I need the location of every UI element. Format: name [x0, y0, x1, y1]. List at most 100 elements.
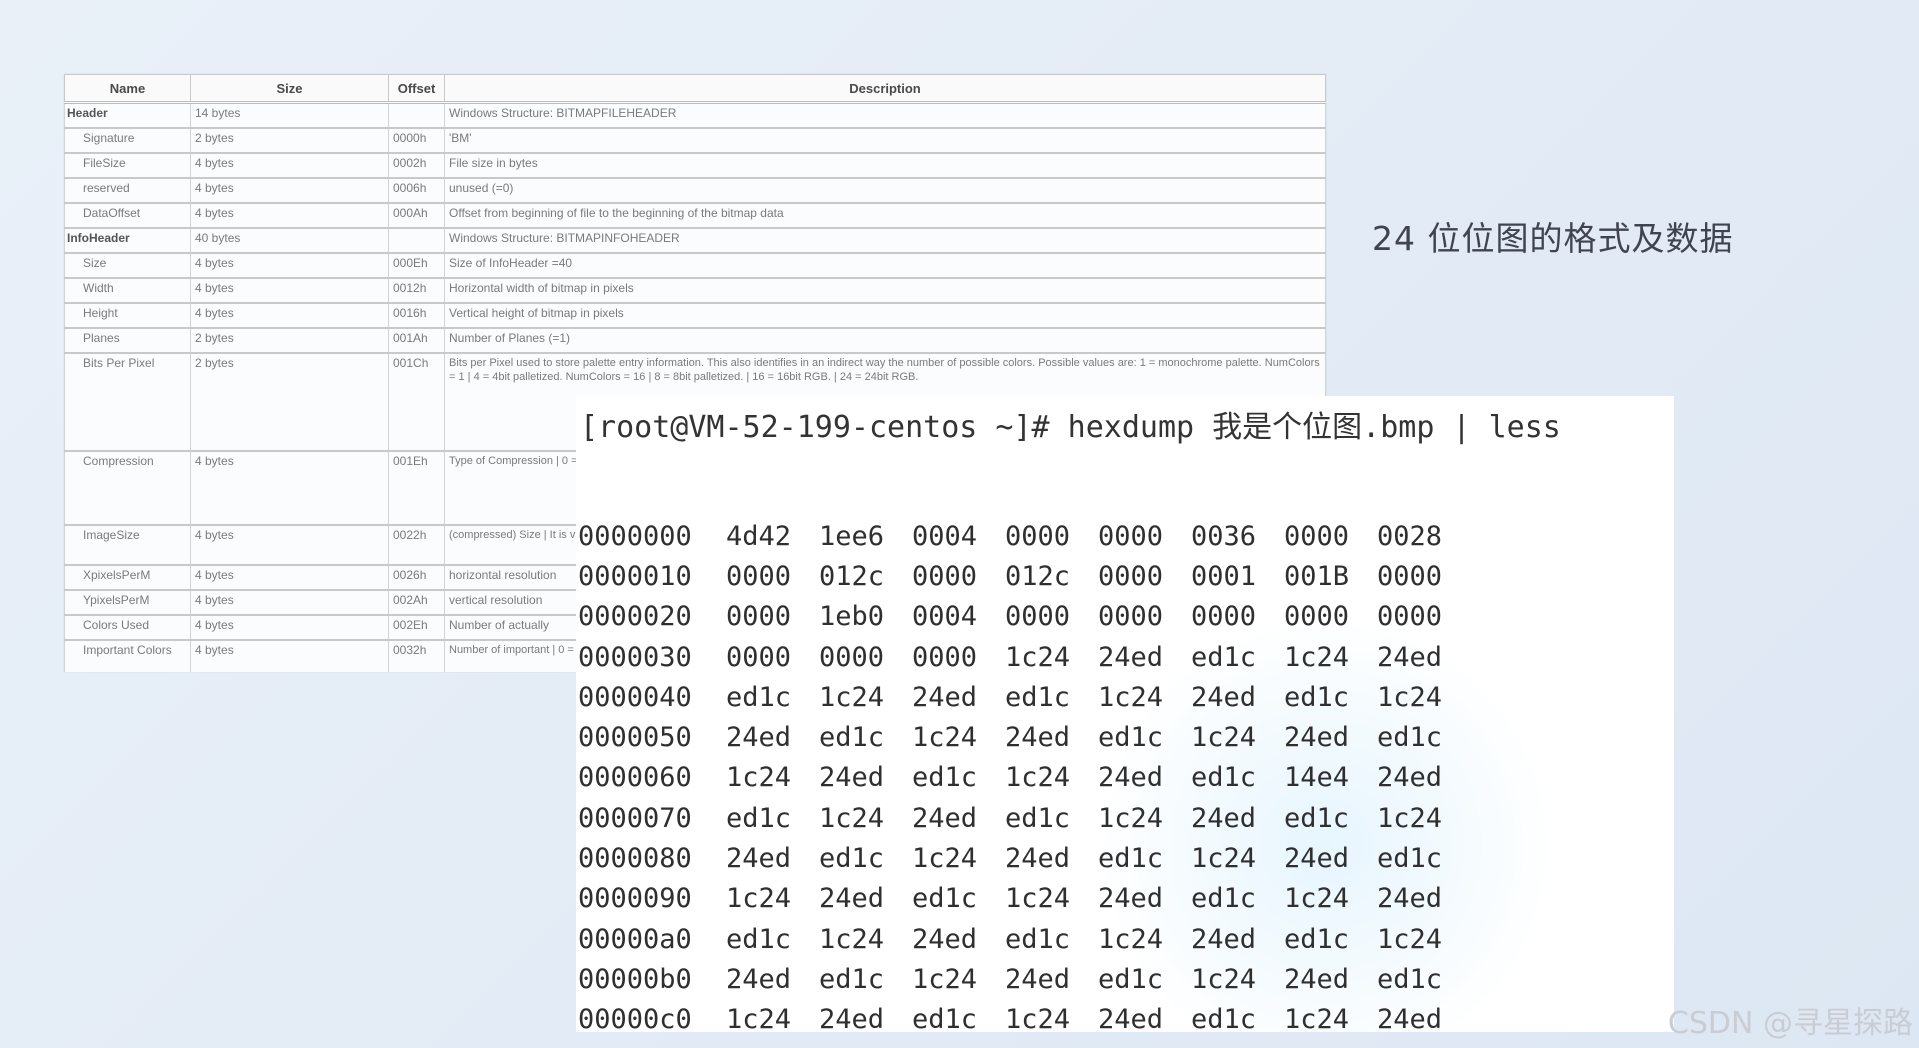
cell-offset: 001Ch — [388, 352, 445, 452]
cell-offset — [388, 102, 445, 129]
hexdump-word: 1c24 — [1005, 883, 1071, 915]
hexdump-offset: 0000060 — [578, 762, 692, 794]
hexdump-word: ed1c — [912, 1004, 978, 1032]
cell-size: 4 bytes — [190, 589, 389, 616]
cell-name: Important Colors — [64, 639, 191, 672]
cell-description: File size in bytes — [444, 152, 1326, 179]
hexdump-word: 1c24 — [912, 963, 978, 995]
hexdump-word: 1c24 — [1377, 681, 1443, 713]
table-row: Size 4 bytes 000Eh Size of InfoHeader =40 — [64, 252, 1326, 279]
hexdump-word: 14e4 — [1284, 762, 1350, 794]
cell-size: 4 bytes — [190, 252, 389, 279]
hexdump-word: 0000 — [1005, 601, 1071, 633]
hexdump-word: ed1c — [819, 722, 885, 754]
hexdump-offset: 0000070 — [578, 802, 692, 834]
hexdump-word: ed1c — [1005, 681, 1071, 713]
cell-description: Vertical height of bitmap in pixels — [444, 302, 1326, 329]
cell-size: 14 bytes — [190, 102, 389, 129]
terminal-command-line: [root@VM-52-199-centos ~]# hexdump 我是个位图… — [580, 410, 1561, 445]
hexdump-word: 0000 — [726, 641, 792, 673]
cell-size: 40 bytes — [190, 227, 389, 254]
hexdump-word: 1c24 — [1377, 802, 1443, 834]
hexdump-word: 1c24 — [819, 802, 885, 834]
hexdump-word: 1eb0 — [819, 601, 885, 633]
cell-size: 4 bytes — [190, 202, 389, 229]
col-header-name: Name — [64, 74, 191, 104]
hexdump-line: 0000060 1c24 24ed ed1c 1c24 24ed ed1c 14e4 24ed — [578, 758, 1470, 798]
hexdump-word: 24ed — [1191, 923, 1257, 955]
cell-offset: 0012h — [388, 277, 445, 304]
hexdump-word: 24ed — [1191, 681, 1257, 713]
hexdump-word: ed1c — [1377, 963, 1443, 995]
cell-description: unused (=0) — [444, 177, 1326, 204]
hexdump-word: 1c24 — [1098, 923, 1164, 955]
hexdump-line: 0000030 0000 0000 0000 1c24 24ed ed1c 1c24 24ed — [578, 637, 1470, 677]
hexdump-word: 1c24 — [1005, 762, 1071, 794]
hexdump-word: ed1c — [912, 762, 978, 794]
hexdump-word: 0000 — [1284, 601, 1350, 633]
table-header-row: Name Size Offset Description — [64, 74, 1326, 104]
hexdump-word: 0000 — [912, 641, 978, 673]
table-row: Width 4 bytes 0012h Horizontal width of bit… — [64, 277, 1326, 304]
cell-description: 'BM' — [444, 127, 1326, 154]
hexdump-word: 1ee6 — [819, 520, 885, 552]
cell-offset: 0032h — [388, 639, 445, 672]
cell-offset: 0016h — [388, 302, 445, 329]
cell-name: reserved — [64, 177, 191, 204]
cell-size: 4 bytes — [190, 152, 389, 179]
hexdump-line: 0000040 ed1c 1c24 24ed ed1c 1c24 24ed ed1c 1c24 — [578, 677, 1470, 717]
cell-offset: 001Ah — [388, 327, 445, 354]
hexdump-word: ed1c — [819, 843, 885, 875]
hexdump-word: ed1c — [1284, 802, 1350, 834]
hexdump-word: 24ed — [912, 802, 978, 834]
hexdump-word: 24ed — [819, 1004, 885, 1032]
hexdump-line: 0000080 24ed ed1c 1c24 24ed ed1c 1c24 24ed ed1c — [578, 838, 1470, 878]
col-header-size: Size — [190, 74, 389, 104]
cell-size: 2 bytes — [190, 127, 389, 154]
hexdump-word: 24ed — [819, 883, 885, 915]
hexdump-word: ed1c — [726, 802, 792, 834]
hexdump-word: 24ed — [726, 843, 792, 875]
watermark: CSDN @寻星探路 — [1667, 1006, 1913, 1041]
hexdump-word: 24ed — [726, 722, 792, 754]
cell-description: Windows Structure: BITMAPFILEHEADER — [444, 102, 1326, 129]
hexdump-offset: 0000090 — [578, 883, 692, 915]
hexdump-word: 24ed — [1098, 883, 1164, 915]
hexdump-line: 0000090 1c24 24ed ed1c 1c24 24ed ed1c 1c24 24ed — [578, 879, 1470, 919]
hexdump-word: 0000 — [819, 641, 885, 673]
hexdump-offset: 0000000 — [578, 520, 692, 552]
hexdump-word: 1c24 — [1377, 923, 1443, 955]
hexdump-word: 1c24 — [726, 762, 792, 794]
cell-offset: 001Eh — [388, 450, 445, 526]
cell-size: 4 bytes — [190, 177, 389, 204]
hexdump-word: 24ed — [1191, 802, 1257, 834]
hexdump-word: 0004 — [912, 520, 978, 552]
hexdump-word: 0000 — [1098, 560, 1164, 592]
hexdump-word: 24ed — [1377, 641, 1443, 673]
table-row: Height 4 bytes 0016h Vertical height of bit… — [64, 302, 1326, 329]
hexdump-word: 1c24 — [819, 681, 885, 713]
cell-name: YpixelsPerM — [64, 589, 191, 616]
hexdump-line: 00000c0 1c24 24ed ed1c 1c24 24ed ed1c 1c24 24ed — [578, 1000, 1470, 1032]
hexdump-word: ed1c — [1284, 923, 1350, 955]
hexdump-offset: 0000010 — [578, 560, 692, 592]
hexdump-word: 012c — [1005, 560, 1071, 592]
hexdump-word: 24ed — [1098, 762, 1164, 794]
hexdump-word: 001B — [1284, 560, 1350, 592]
hexdump-word: 24ed — [1377, 1004, 1443, 1032]
hexdump-word: 24ed — [819, 762, 885, 794]
hexdump-word: ed1c — [1098, 843, 1164, 875]
hexdump-word: 0000 — [1284, 520, 1350, 552]
hexdump-offset: 00000a0 — [578, 923, 692, 955]
cell-name: InfoHeader — [64, 227, 191, 254]
hexdump-word: 24ed — [726, 963, 792, 995]
hexdump-word: ed1c — [1377, 843, 1443, 875]
hexdump-word: 0000 — [1191, 601, 1257, 633]
hexdump-word: ed1c — [726, 923, 792, 955]
hexdump-word: 24ed — [1005, 722, 1071, 754]
cell-size: 4 bytes — [190, 302, 389, 329]
hexdump-offset: 00000c0 — [578, 1004, 692, 1032]
cell-description: Size of InfoHeader =40 — [444, 252, 1326, 279]
cell-size: 4 bytes — [190, 524, 389, 566]
cell-name: Size — [64, 252, 191, 279]
